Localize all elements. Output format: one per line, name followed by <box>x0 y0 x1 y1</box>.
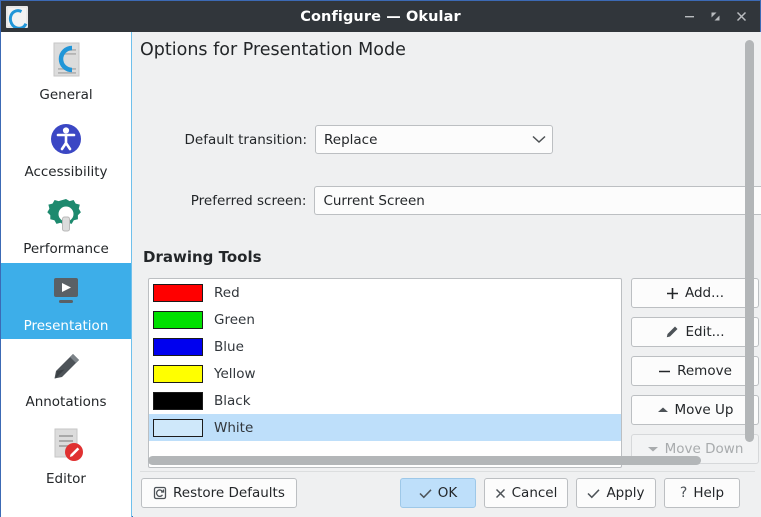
default-transition-label: Default transition: <box>133 132 307 148</box>
minus-icon <box>658 365 671 378</box>
pencil-icon <box>45 346 87 392</box>
window-title: Configure — Okular <box>1 9 760 25</box>
restore-icon <box>153 486 167 500</box>
title-bar[interactable]: Configure — Okular <box>1 1 760 32</box>
drawing-tools-list[interactable]: Red Green Blue Yellow Black White <box>148 278 622 468</box>
presentation-screen-icon <box>45 270 87 316</box>
document-icon <box>46 39 86 85</box>
remove-button[interactable]: Remove <box>631 356 759 386</box>
vertical-scrollbar-thumb[interactable] <box>745 40 754 442</box>
list-item[interactable]: Black <box>149 387 621 414</box>
drawing-tools-heading: Drawing Tools <box>143 248 262 266</box>
drawing-tools-actions: Add... Edit... Remove Move Up <box>631 278 761 473</box>
window-controls <box>676 1 754 32</box>
default-transition-value: Replace <box>324 132 532 148</box>
minimize-icon[interactable] <box>676 1 702 32</box>
pencil-icon <box>665 325 679 339</box>
color-swatch <box>153 392 203 410</box>
apply-label: Apply <box>606 485 644 501</box>
cancel-label: Cancel <box>512 485 558 501</box>
gear-wrench-icon <box>45 193 87 239</box>
move-up-button-label: Move Up <box>675 402 734 418</box>
sidebar-item-accessibility[interactable]: Accessibility <box>1 109 131 186</box>
restore-defaults-button[interactable]: Restore Defaults <box>141 478 297 508</box>
sidebar-item-label: Editor <box>46 472 86 487</box>
okular-document-icon <box>6 6 28 28</box>
list-item[interactable]: White <box>149 414 621 441</box>
default-transition-combobox[interactable]: Replace <box>315 125 553 154</box>
chevron-down-icon <box>532 132 546 148</box>
ok-label: OK <box>438 485 457 501</box>
settings-sidebar: General Accessibility Performance <box>1 32 132 517</box>
sidebar-item-editor[interactable]: Editor <box>1 416 131 493</box>
sidebar-item-label: Presentation <box>24 319 109 334</box>
configure-okular-window: Configure — Okular <box>0 0 761 517</box>
color-swatch <box>153 365 203 383</box>
accessibility-icon <box>45 116 87 162</box>
list-item-label: White <box>214 420 253 436</box>
close-icon[interactable] <box>728 1 754 32</box>
sidebar-item-label: Performance <box>23 242 109 257</box>
plus-icon <box>666 287 679 300</box>
list-item-label: Red <box>214 285 240 301</box>
preferred-screen-combobox[interactable]: Current Screen <box>314 186 761 215</box>
list-item[interactable]: Green <box>149 306 621 333</box>
close-icon <box>495 488 506 499</box>
document-edit-icon <box>45 423 87 469</box>
color-swatch <box>153 338 203 356</box>
help-label: Help <box>693 485 724 501</box>
default-transition-row: Default transition: Replace <box>133 125 553 154</box>
maximize-icon[interactable] <box>702 1 728 32</box>
sidebar-item-label: Accessibility <box>24 165 107 180</box>
sidebar-item-annotations[interactable]: Annotations <box>1 339 131 416</box>
sidebar-item-general[interactable]: General <box>1 32 131 109</box>
settings-content-panel: Options for Presentation Mode Default tr… <box>133 32 761 517</box>
restore-defaults-label: Restore Defaults <box>173 485 285 501</box>
page-title: Options for Presentation Mode <box>140 40 406 60</box>
color-swatch <box>153 419 203 437</box>
preferred-screen-row: Preferred screen: Current Screen <box>133 186 761 215</box>
preferred-screen-value: Current Screen <box>323 193 761 209</box>
check-icon <box>587 488 600 499</box>
check-icon <box>419 488 432 499</box>
list-item-label: Green <box>214 312 255 328</box>
color-swatch <box>153 284 203 302</box>
sidebar-item-presentation[interactable]: Presentation <box>1 263 131 340</box>
move-up-button[interactable]: Move Up <box>631 395 759 425</box>
list-item-label: Blue <box>214 339 244 355</box>
question-mark-icon: ? <box>680 485 687 501</box>
sidebar-item-label: General <box>39 88 92 103</box>
list-item-label: Black <box>214 393 251 409</box>
edit-button[interactable]: Edit... <box>631 317 759 347</box>
sidebar-item-label: Annotations <box>25 395 106 410</box>
ok-button[interactable]: OK <box>400 478 476 508</box>
remove-button-label: Remove <box>677 363 732 379</box>
chevron-up-icon <box>657 406 669 414</box>
sidebar-item-performance[interactable]: Performance <box>1 186 131 263</box>
list-item[interactable]: Red <box>149 279 621 306</box>
list-item-label: Yellow <box>214 366 256 382</box>
list-item[interactable]: Blue <box>149 333 621 360</box>
add-button[interactable]: Add... <box>631 278 759 308</box>
edit-button-label: Edit... <box>685 324 724 340</box>
vertical-scrollbar[interactable] <box>745 40 754 442</box>
cancel-button[interactable]: Cancel <box>484 478 568 508</box>
preferred-screen-label: Preferred screen: <box>133 193 306 209</box>
dialog-button-bar: Restore Defaults OK Cancel Apply ? Help <box>133 446 761 516</box>
color-swatch <box>153 311 203 329</box>
list-item[interactable]: Yellow <box>149 360 621 387</box>
add-button-label: Add... <box>685 285 724 301</box>
apply-button[interactable]: Apply <box>576 478 656 508</box>
help-button[interactable]: ? Help <box>664 478 740 508</box>
